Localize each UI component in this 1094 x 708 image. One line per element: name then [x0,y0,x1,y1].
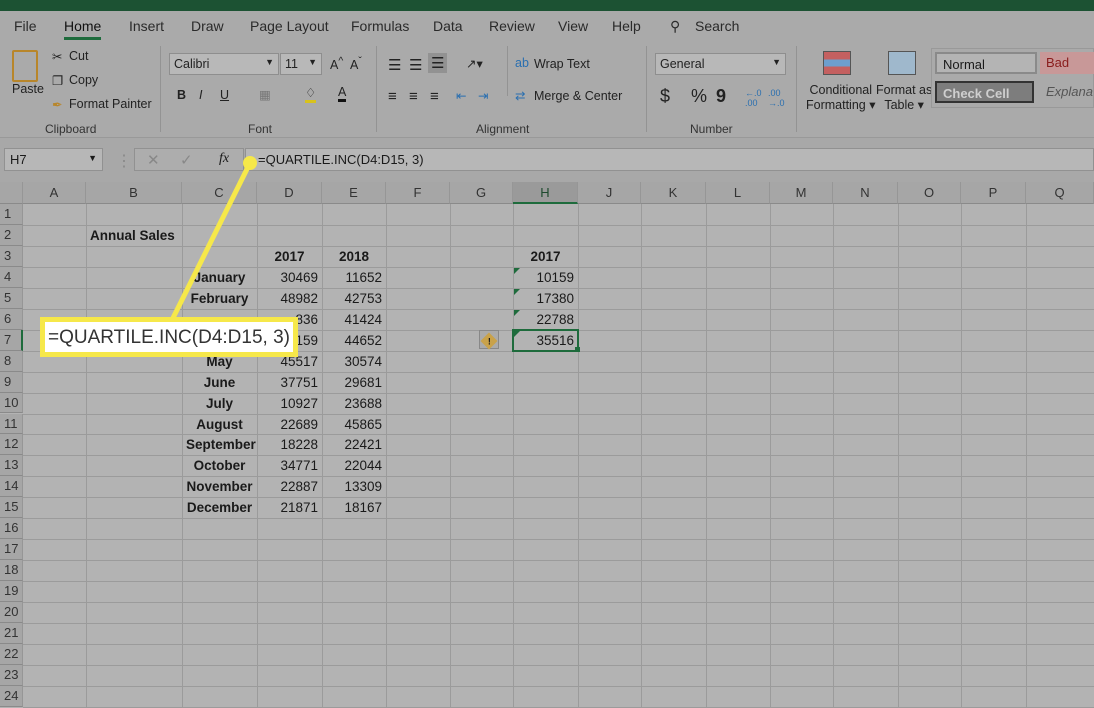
formula-callout: =QUARTILE.INC(D4:D15, 3) [40,317,298,357]
